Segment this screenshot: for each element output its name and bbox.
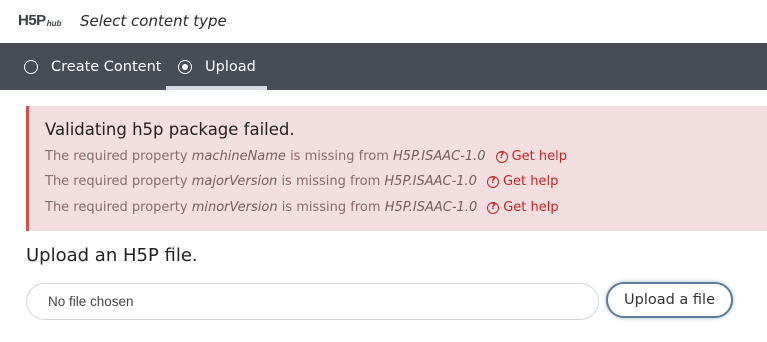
tab-upload-label: Upload	[205, 58, 256, 75]
error-library: H5P.ISAAC-1.0	[384, 174, 477, 189]
error-middle: is missing from	[281, 200, 381, 215]
active-tab-indicator	[166, 86, 267, 90]
error-property: machineName	[191, 149, 286, 164]
error-property: majorVersion	[191, 174, 278, 189]
get-help-link[interactable]: ? Get help	[486, 174, 559, 189]
h5p-hub-logo: H5P hub	[18, 12, 61, 29]
error-prefix: The required property	[45, 200, 188, 215]
tab-create-content[interactable]: Create Content	[0, 43, 166, 90]
get-help-link[interactable]: ? Get help	[495, 149, 567, 164]
error-title: Validating h5p package failed.	[45, 120, 295, 139]
error-item: The required property majorVersion is mi…	[45, 174, 558, 189]
radio-checked-icon	[178, 59, 192, 74]
logo-hub-text: hub	[46, 19, 62, 28]
get-help-label: Get help	[511, 149, 567, 164]
header-title: Select content type	[80, 12, 227, 30]
error-prefix: The required property	[45, 174, 188, 189]
tab-bar: Create Content Upload	[0, 43, 767, 90]
error-middle: is missing from	[281, 174, 381, 189]
file-chooser-placeholder: No file chosen	[48, 294, 134, 309]
error-message-box: Validating h5p package failed. The requi…	[26, 106, 767, 231]
error-middle: is missing from	[290, 149, 389, 164]
tab-create-content-label: Create Content	[51, 58, 162, 75]
question-circle-icon: ?	[495, 150, 508, 163]
radio-unchecked-icon	[24, 59, 38, 74]
get-help-label: Get help	[502, 174, 559, 189]
logo-main-text: H5P	[18, 12, 46, 29]
get-help-label: Get help	[503, 200, 559, 215]
hub-header: H5P hub Select content type	[0, 0, 767, 43]
error-library: H5P.ISAAC-1.0	[393, 149, 486, 164]
upload-file-button[interactable]: Upload a file	[606, 282, 733, 318]
file-chooser-input[interactable]: No file chosen	[26, 283, 599, 320]
question-circle-icon: ?	[487, 201, 500, 214]
error-library: H5P.ISAAC-1.0	[384, 200, 478, 215]
error-property: minorVersion	[191, 200, 278, 215]
error-item: The required property minorVersion is mi…	[45, 200, 559, 215]
question-circle-icon: ?	[486, 175, 499, 188]
error-prefix: The required property	[45, 149, 188, 164]
tab-upload[interactable]: Upload	[166, 43, 267, 90]
get-help-link[interactable]: ? Get help	[487, 200, 559, 215]
error-item: The required property machineName is mis…	[45, 149, 567, 164]
upload-heading: Upload an H5P file.	[26, 245, 198, 266]
